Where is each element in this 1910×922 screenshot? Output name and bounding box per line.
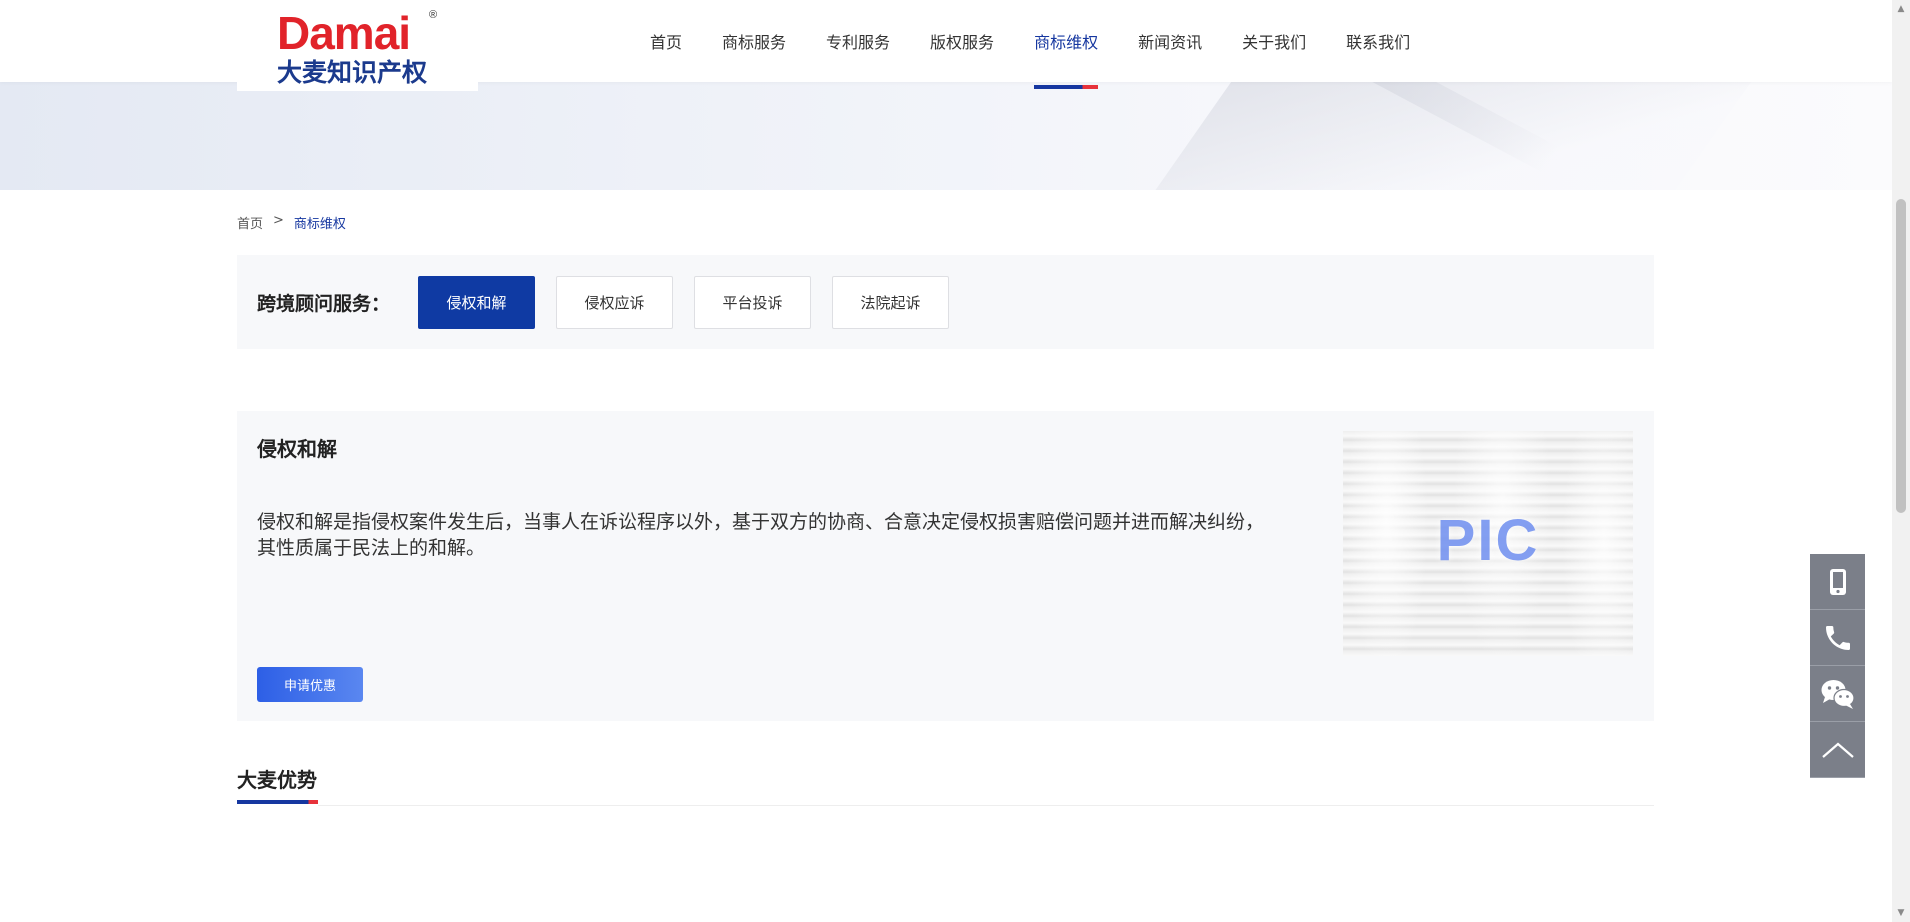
- service-detail-panel: 侵权和解 侵权和解是指侵权案件发生后，当事人在诉讼程序以外，基于双方的协商、合意…: [237, 411, 1654, 721]
- scroll-down-arrow-icon[interactable]: ▼: [1892, 904, 1910, 922]
- scrollbar-thumb[interactable]: [1896, 199, 1906, 513]
- breadcrumb-separator: >: [273, 213, 284, 228]
- tab-platform-complaint[interactable]: 平台投诉: [694, 275, 812, 329]
- advantages-title-underline: [237, 800, 318, 804]
- logo-brand-text: Damai: [277, 7, 411, 59]
- tab-infringement-defense[interactable]: 侵权应诉: [556, 275, 674, 329]
- page-scrollbar[interactable]: ▲ ▼: [1892, 0, 1910, 922]
- mobile-phone-icon: [1829, 568, 1847, 596]
- tab-infringement-settlement[interactable]: 侵权和解: [418, 275, 536, 329]
- logo[interactable]: Damai ® 大麦知识产权: [237, 0, 478, 91]
- wechat-icon: [1820, 678, 1856, 710]
- side-mobile-button[interactable]: [1810, 554, 1865, 610]
- nav-item-about-us[interactable]: 关于我们: [1242, 0, 1306, 82]
- side-phone-button[interactable]: [1810, 610, 1865, 666]
- nav-item-news[interactable]: 新闻资讯: [1138, 0, 1202, 82]
- logo-registered-mark: ®: [429, 9, 438, 21]
- breadcrumb-home-link[interactable]: 首页: [237, 213, 263, 232]
- tab-court-lawsuit[interactable]: 法院起诉: [832, 275, 950, 329]
- side-back-to-top-button[interactable]: [1810, 722, 1865, 778]
- service-tabs-bar: 跨境顾问服务： 侵权和解 侵权应诉 平台投诉 法院起诉: [237, 255, 1654, 349]
- service-tabs-title: 跨境顾问服务：: [257, 292, 391, 315]
- image-placeholder-label: PIC: [1436, 508, 1540, 573]
- scroll-up-arrow-icon[interactable]: ▲: [1892, 0, 1910, 18]
- nav-item-contact-us[interactable]: 联系我们: [1346, 0, 1410, 82]
- logo-tagline: 大麦知识产权: [277, 58, 428, 87]
- panel-description: 侵权和解是指侵权案件发生后，当事人在诉讼程序以外，基于双方的协商、合意决定侵权损…: [257, 511, 1265, 559]
- back-to-top-icon: [1821, 741, 1855, 759]
- nav-item-home[interactable]: 首页: [650, 0, 682, 82]
- phone-icon: [1822, 622, 1854, 654]
- nav-item-patent-services[interactable]: 专利服务: [826, 0, 890, 82]
- panel-title: 侵权和解: [257, 437, 337, 461]
- apply-discount-button[interactable]: 申请优惠: [257, 667, 363, 702]
- site-header: Damai ® 大麦知识产权 首页 商标服务 专利服务 版权服务 商标维权 新闻…: [0, 0, 1892, 91]
- advantages-title: 大麦优势: [237, 768, 317, 792]
- service-image-placeholder: PIC: [1343, 431, 1633, 656]
- nav-item-copyright-services[interactable]: 版权服务: [930, 0, 994, 82]
- nav-item-trademark-protection[interactable]: 商标维权: [1034, 0, 1099, 89]
- floating-side-bar: [1810, 554, 1865, 778]
- breadcrumb: 首页 > 商标维权: [237, 213, 346, 232]
- main-nav: 首页 商标服务 专利服务 版权服务 商标维权 新闻资讯 关于我们 联系我们: [650, 0, 1450, 89]
- breadcrumb-current[interactable]: 商标维权: [294, 213, 346, 232]
- side-wechat-button[interactable]: [1810, 666, 1865, 722]
- nav-item-trademark-services[interactable]: 商标服务: [722, 0, 786, 82]
- advantages-divider: [318, 805, 1654, 806]
